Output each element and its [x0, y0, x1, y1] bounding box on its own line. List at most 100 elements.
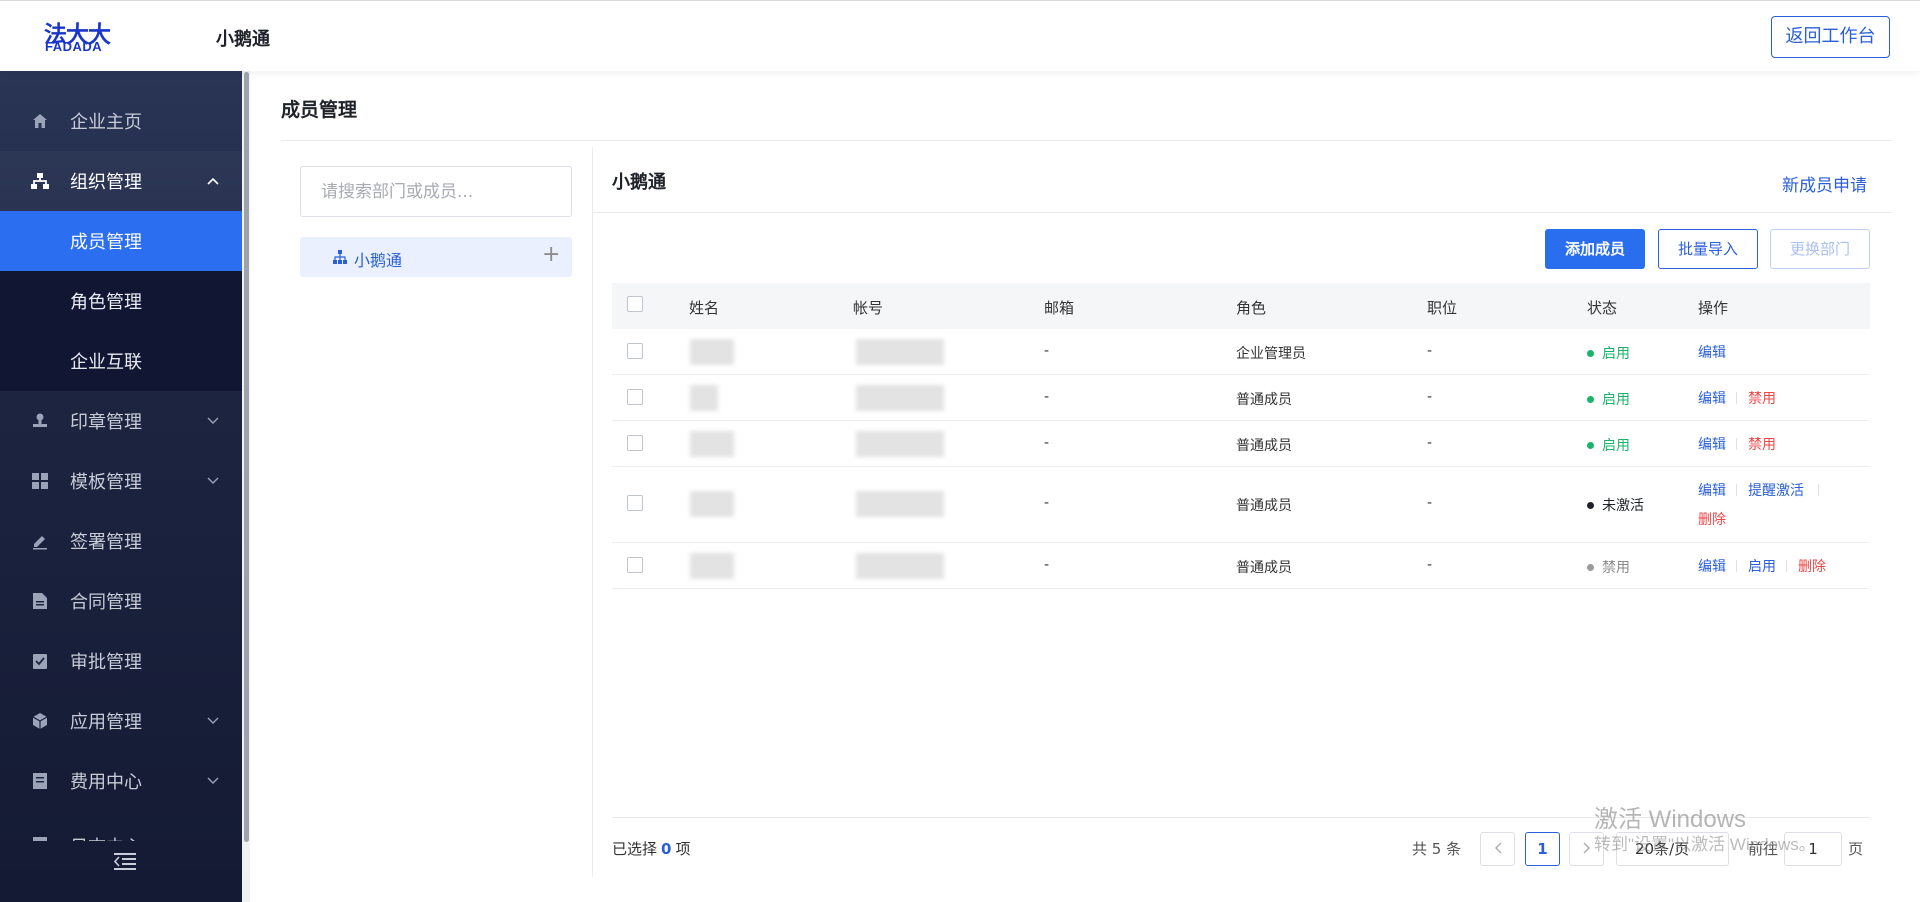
- email-cell: -: [1044, 557, 1050, 573]
- status-dot: [1587, 350, 1594, 357]
- row-checkbox[interactable]: [627, 495, 643, 511]
- status-text: 启用: [1602, 438, 1630, 454]
- table-row: - 普通成员 - 启用 编辑 禁用: [612, 421, 1870, 467]
- page-title: 成员管理: [281, 99, 358, 121]
- disable-link[interactable]: 禁用: [1748, 388, 1776, 408]
- delete-link[interactable]: 删除: [1698, 509, 1726, 529]
- status-text: 禁用: [1602, 560, 1630, 576]
- sidebar-item-label: 应用管理: [70, 712, 142, 733]
- sidebar-item-org-management[interactable]: 组织管理: [0, 151, 243, 211]
- sidebar-item-enterprise-home[interactable]: 企业主页: [0, 91, 243, 151]
- windows-activation-watermark-hint: 转到"设置"以激活 Windows。: [1594, 835, 1816, 854]
- chevron-down-icon: [206, 714, 220, 728]
- windows-activation-watermark-title: 激活 Windows: [1594, 806, 1747, 833]
- chevron-right-icon: [1583, 842, 1590, 854]
- sidebar-item-label: 日志中心: [70, 833, 142, 841]
- sidebar-item-log-center[interactable]: 日志中心: [0, 811, 243, 841]
- role-cell: 普通成员: [1236, 438, 1292, 454]
- add-member-button[interactable]: 添加成员: [1545, 229, 1645, 269]
- search-input[interactable]: [301, 167, 571, 216]
- email-cell: -: [1044, 389, 1050, 405]
- selected-suffix: 项: [675, 840, 691, 858]
- separator: [1736, 392, 1737, 404]
- table-header: 姓名 帐号 邮箱 角色 职位 状态 操作: [612, 283, 1870, 329]
- separator: [1818, 484, 1819, 496]
- name-redacted: [690, 491, 734, 517]
- account-redacted: [856, 385, 944, 411]
- sidebar-item-label: 组织管理: [70, 172, 142, 193]
- column-header-email: 邮箱: [1044, 299, 1075, 317]
- select-all-checkbox[interactable]: [627, 296, 643, 312]
- sidebar-item-sign-management[interactable]: 签署管理: [0, 511, 243, 571]
- delete-link[interactable]: 删除: [1798, 556, 1826, 576]
- page-1-button[interactable]: 1: [1525, 832, 1560, 866]
- sidebar-item-label: 合同管理: [70, 592, 142, 613]
- status-cell: 启用: [1587, 435, 1630, 455]
- enable-link[interactable]: 启用: [1748, 556, 1776, 576]
- batch-import-button[interactable]: 批量导入: [1658, 229, 1758, 269]
- status-cell: 启用: [1587, 389, 1630, 409]
- sidebar-item-template-management[interactable]: 模板管理: [0, 451, 243, 511]
- template-icon: [30, 471, 50, 491]
- chevron-down-icon: [206, 774, 220, 788]
- account-redacted: [856, 339, 944, 365]
- sidebar-item-label: 印章管理: [70, 412, 142, 433]
- table-row: - 普通成员 - 禁用 编辑 启用 删除: [612, 543, 1870, 589]
- row-checkbox[interactable]: [627, 557, 643, 573]
- remind-activate-link[interactable]: 提醒激活: [1748, 480, 1804, 500]
- add-dept-icon[interactable]: +: [542, 244, 560, 266]
- name-redacted: [690, 385, 718, 411]
- row-checkbox[interactable]: [627, 435, 643, 451]
- disable-link[interactable]: 禁用: [1748, 434, 1776, 454]
- status-dot: [1587, 564, 1594, 571]
- separator: [1736, 560, 1737, 572]
- sidebar-item-label: 费用中心: [70, 772, 142, 793]
- account-redacted: [856, 431, 944, 457]
- status-dot: [1587, 396, 1594, 403]
- sidebar-item-member-management[interactable]: 成员管理: [0, 211, 243, 271]
- dept-member-search[interactable]: [300, 166, 572, 217]
- column-header-actions: 操作: [1698, 299, 1729, 317]
- sidebar-item-contract-management[interactable]: 合同管理: [0, 571, 243, 631]
- status-cell: 禁用: [1587, 557, 1630, 577]
- sidebar-item-label: 模板管理: [70, 472, 142, 493]
- edit-link[interactable]: 编辑: [1698, 388, 1726, 408]
- divider: [593, 212, 1891, 213]
- dept-title: 小鹅通: [612, 172, 666, 193]
- sidebar-item-label: 企业主页: [70, 112, 142, 133]
- sidebar-item-app-management[interactable]: 应用管理: [0, 691, 243, 751]
- column-header-account: 帐号: [853, 299, 884, 317]
- status-cell: 启用: [1587, 343, 1630, 363]
- edit-link[interactable]: 编辑: [1698, 556, 1726, 576]
- org-icon: [30, 171, 50, 191]
- tree-node-label: 小鹅通: [354, 251, 403, 270]
- chevron-left-icon: [1494, 842, 1501, 854]
- tree-node-root[interactable]: 小鹅通 +: [300, 237, 572, 277]
- edit-link[interactable]: 编辑: [1698, 480, 1726, 500]
- sidebar-item-approval-management[interactable]: 审批管理: [0, 631, 243, 691]
- sidebar-item-label: 签署管理: [70, 532, 142, 553]
- change-dept-button[interactable]: 更换部门: [1770, 229, 1870, 269]
- sidebar-item-enterprise-interconnect[interactable]: 企业互联: [0, 331, 243, 391]
- name-redacted: [690, 339, 734, 365]
- edit-link[interactable]: 编辑: [1698, 434, 1726, 454]
- chevron-down-icon: [206, 474, 220, 488]
- row-checkbox[interactable]: [627, 343, 643, 359]
- column-header-role: 角色: [1236, 299, 1267, 317]
- position-cell: -: [1427, 557, 1433, 573]
- table-row: - 企业管理员 - 启用 编辑: [612, 329, 1870, 375]
- sidebar-item-fee-center[interactable]: 费用中心: [0, 751, 243, 811]
- back-to-workbench-button[interactable]: 返回工作台: [1771, 16, 1890, 58]
- prev-page-button[interactable]: [1480, 832, 1515, 866]
- new-member-application-link[interactable]: 新成员申请: [1782, 171, 1867, 196]
- sidebar-item-seal-management[interactable]: 印章管理: [0, 391, 243, 451]
- email-cell: -: [1044, 343, 1050, 359]
- fadada-logo[interactable]: 法大大 FADADA: [44, 15, 124, 55]
- sidebar-item-role-management[interactable]: 角色管理: [0, 271, 243, 331]
- edit-link[interactable]: 编辑: [1698, 342, 1726, 362]
- sidebar-scrollbar-thumb[interactable]: [244, 72, 249, 842]
- collapse-menu-icon[interactable]: [113, 852, 136, 870]
- logo-en-text: FADADA: [45, 39, 103, 54]
- row-checkbox[interactable]: [627, 389, 643, 405]
- position-cell: -: [1427, 389, 1433, 405]
